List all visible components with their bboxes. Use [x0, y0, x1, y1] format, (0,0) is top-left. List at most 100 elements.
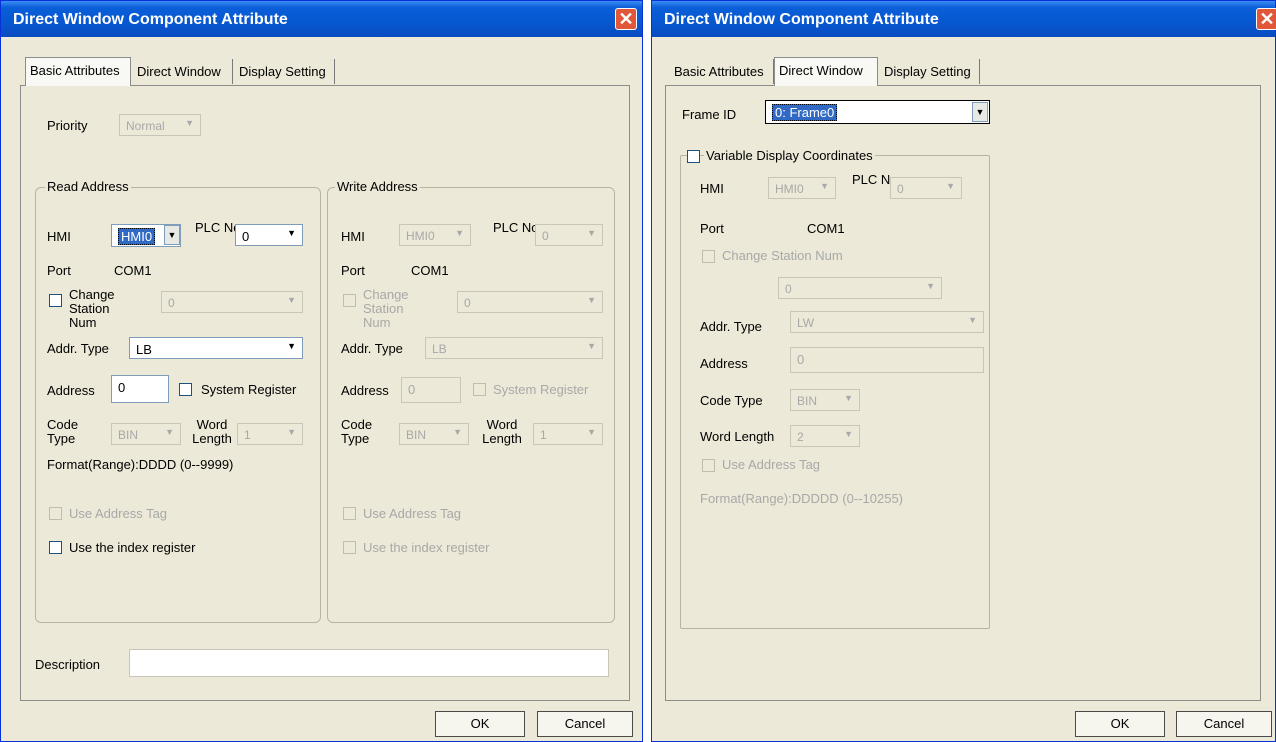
- chevron-down-icon: ▼: [587, 341, 596, 351]
- chevron-down-icon: ▼: [972, 102, 988, 122]
- priority-select[interactable]: Normal ▼: [119, 114, 201, 136]
- word-length-select[interactable]: 1 ▼: [237, 423, 303, 445]
- addr-type-value: LB: [136, 342, 152, 357]
- station-num-select[interactable]: 0 ▼: [457, 291, 603, 313]
- cancel-label: Cancel: [564, 716, 606, 731]
- hmi-select[interactable]: HMI0 ▼: [768, 177, 836, 199]
- write-address-group: [327, 187, 615, 623]
- dialog-title: Direct Window Component Attribute: [13, 11, 288, 28]
- port-label: Port: [47, 263, 71, 278]
- station-num-value: 0: [464, 296, 471, 310]
- word-length-select[interactable]: 2 ▼: [790, 425, 860, 447]
- address-input[interactable]: 0: [401, 377, 461, 403]
- hmi-value: HMI0: [118, 228, 156, 245]
- word-length-select[interactable]: 1 ▼: [533, 423, 603, 445]
- chevron-down-icon: ▼: [946, 181, 955, 191]
- station-num-select[interactable]: 0 ▼: [778, 277, 942, 299]
- word-length-label: Word Length: [192, 417, 232, 446]
- change-station-checkbox[interactable]: [702, 250, 715, 263]
- ok-button[interactable]: OK: [435, 711, 525, 737]
- use-index-register-checkbox[interactable]: [49, 541, 62, 554]
- tab-direct-window[interactable]: Direct Window: [774, 57, 878, 86]
- cancel-button[interactable]: Cancel: [1176, 711, 1272, 737]
- chevron-down-icon: ▼: [287, 295, 296, 305]
- use-index-register-checkbox[interactable]: [343, 541, 356, 554]
- tab-direct-window[interactable]: Direct Window: [133, 59, 233, 84]
- addr-type-select[interactable]: LB ▼: [129, 337, 303, 359]
- system-register-label: System Register: [201, 382, 297, 397]
- address-input[interactable]: 0: [790, 347, 984, 373]
- right-dialog: Direct Window Component Attribute ✕ Basi…: [651, 0, 1276, 742]
- ok-label: OK: [470, 716, 490, 731]
- plc-no-value: 0: [897, 182, 904, 196]
- chevron-down-icon: ▼: [287, 427, 296, 437]
- hmi-value: HMI0: [406, 229, 435, 243]
- close-button[interactable]: ✕: [1256, 8, 1276, 30]
- chevron-down-icon: ▼: [287, 341, 296, 351]
- use-address-tag-label: Use Address Tag: [722, 457, 821, 472]
- addr-type-label: Addr. Type: [700, 319, 762, 334]
- address-value: 0: [797, 352, 805, 367]
- addr-type-value: LW: [797, 316, 815, 330]
- use-address-tag-checkbox[interactable]: [343, 507, 356, 520]
- port-value: COM1: [807, 221, 845, 236]
- ok-button[interactable]: OK: [1075, 711, 1165, 737]
- hmi-select[interactable]: HMI0 ▼: [111, 224, 181, 247]
- code-type-select[interactable]: BIN ▼: [111, 423, 181, 445]
- read-address-label: Read Address: [45, 179, 131, 194]
- chevron-down-icon: ▼: [287, 228, 296, 238]
- tab-display-setting[interactable]: Display Setting: [880, 59, 980, 84]
- frame-id-label: Frame ID: [682, 107, 737, 122]
- chevron-down-icon: ▼: [820, 181, 829, 191]
- use-index-register-label: Use the index register: [363, 540, 490, 555]
- code-type-value: BIN: [406, 428, 427, 442]
- plc-no-select[interactable]: 0 ▼: [890, 177, 962, 199]
- chevron-down-icon: ▼: [453, 427, 462, 437]
- use-address-tag-checkbox[interactable]: [702, 459, 715, 472]
- plc-no-select[interactable]: 0 ▼: [235, 224, 303, 246]
- tab-label: Direct Window: [779, 63, 863, 78]
- port-value: COM1: [114, 263, 152, 278]
- plc-no-label: PLC No.: [195, 220, 245, 235]
- change-station-checkbox[interactable]: [49, 294, 62, 307]
- tab-basic-attributes[interactable]: Basic Attributes: [670, 59, 774, 84]
- title-bar: Direct Window Component Attribute ✕: [652, 1, 1276, 37]
- plc-no-select[interactable]: 0 ▼: [535, 224, 603, 246]
- station-num-select[interactable]: 0 ▼: [161, 291, 303, 313]
- change-station-label: Change Station Num: [363, 287, 409, 330]
- addr-type-label: Addr. Type: [341, 341, 403, 356]
- hmi-value: HMI0: [775, 182, 804, 196]
- code-type-select[interactable]: BIN ▼: [399, 423, 469, 445]
- system-register-checkbox[interactable]: [179, 383, 192, 396]
- address-input[interactable]: 0: [111, 375, 169, 403]
- addr-type-select[interactable]: LW ▼: [790, 311, 984, 333]
- system-register-label: System Register: [493, 382, 589, 397]
- change-station-checkbox[interactable]: [343, 294, 356, 307]
- description-input[interactable]: [129, 649, 609, 677]
- use-address-tag-label: Use Address Tag: [363, 506, 462, 521]
- variable-coords-checkbox[interactable]: [687, 150, 700, 163]
- hmi-select[interactable]: HMI0 ▼: [399, 224, 471, 246]
- close-icon: ✕: [618, 9, 634, 29]
- port-label: Port: [341, 263, 365, 278]
- format-range-text: Format(Range):DDDDD (0--10255): [700, 491, 903, 506]
- plc-no-value: 0: [542, 229, 549, 243]
- description-label: Description: [35, 657, 101, 672]
- system-register-checkbox[interactable]: [473, 383, 486, 396]
- station-num-value: 0: [168, 296, 175, 310]
- frame-id-select[interactable]: 0: Frame0 ▼: [765, 100, 990, 124]
- chevron-down-icon: ▼: [164, 225, 180, 245]
- word-length-label: Word Length: [482, 417, 522, 446]
- addr-type-select[interactable]: LB ▼: [425, 337, 603, 359]
- tab-display-setting[interactable]: Display Setting: [235, 59, 335, 84]
- code-type-select[interactable]: BIN ▼: [790, 389, 860, 411]
- tab-basic-attributes[interactable]: Basic Attributes: [25, 57, 131, 86]
- use-address-tag-checkbox[interactable]: [49, 507, 62, 520]
- cancel-button[interactable]: Cancel: [537, 711, 633, 737]
- close-button[interactable]: ✕: [615, 8, 637, 30]
- plc-no-value: 0: [242, 229, 250, 244]
- dialog-title: Direct Window Component Attribute: [664, 11, 939, 28]
- port-value: COM1: [411, 263, 449, 278]
- chevron-down-icon: ▼: [185, 118, 194, 128]
- plc-no-label: PLC No.: [493, 220, 543, 235]
